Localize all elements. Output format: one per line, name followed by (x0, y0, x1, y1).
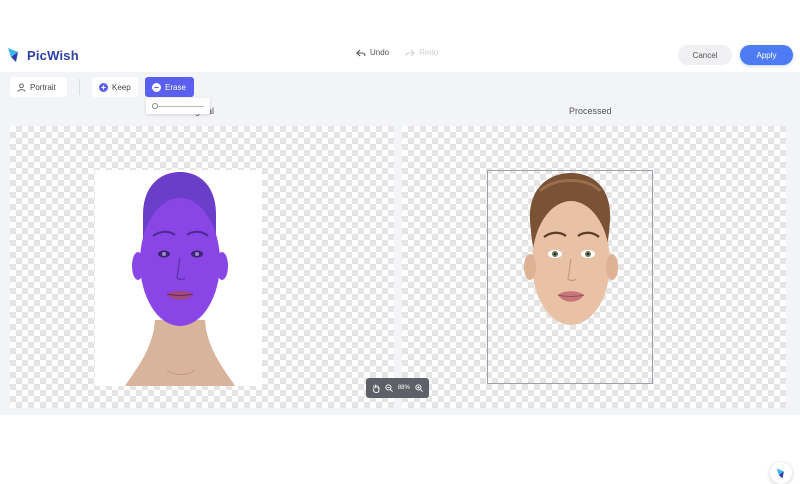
app-logo[interactable]: PicWish (6, 45, 79, 65)
history-controls: Undo Redo (356, 48, 438, 57)
person-icon (17, 82, 26, 92)
cancel-button[interactable]: Cancel (678, 45, 732, 65)
zoom-out-icon[interactable] (385, 384, 394, 392)
zoom-in-icon[interactable] (414, 384, 423, 392)
hand-pan-icon[interactable] (372, 384, 380, 393)
original-canvas[interactable] (10, 126, 394, 408)
zoom-level: 88% (397, 385, 410, 391)
erase-button[interactable]: Erase (145, 77, 194, 97)
processed-canvas[interactable] (402, 126, 786, 408)
portrait-button[interactable]: Portrait (10, 77, 67, 97)
keep-button[interactable]: Keep (92, 77, 138, 97)
original-portrait-image (125, 172, 235, 386)
brush-size-track[interactable] (154, 106, 204, 107)
apply-button[interactable]: Apply (740, 45, 793, 65)
keep-label: Keep (112, 82, 131, 92)
help-assistant-button[interactable] (770, 462, 792, 484)
undo-button[interactable]: Undo (356, 48, 389, 57)
original-photo[interactable] (95, 170, 262, 386)
undo-arrow-icon (356, 49, 366, 56)
brush-size-popup (146, 98, 210, 114)
toolbar-divider (79, 79, 80, 95)
redo-button[interactable]: Redo (405, 48, 438, 57)
processed-image-frame[interactable] (487, 170, 653, 384)
picwish-logo-icon (776, 467, 784, 479)
erase-label: Erase (165, 82, 186, 92)
editor-workspace: Portrait Keep Erase Original Processed (0, 72, 800, 484)
edit-toolbar: Portrait Keep Erase (10, 76, 194, 98)
minus-circle-icon (152, 82, 161, 92)
brush-size-handle[interactable] (152, 103, 158, 109)
undo-label: Undo (370, 48, 390, 57)
top-bar: PicWish Undo Redo Cancel Apply (0, 38, 800, 72)
processed-panel-title: Processed (569, 106, 612, 116)
app-name: PicWish (27, 47, 79, 63)
portrait-label: Portrait (30, 82, 56, 92)
redo-label: Redo (419, 48, 439, 57)
picwish-logo-icon (8, 48, 18, 62)
zoom-controls: 88% (366, 378, 429, 398)
processed-portrait-image (524, 173, 618, 325)
redo-arrow-icon (405, 49, 415, 56)
plus-circle-icon (99, 82, 108, 92)
